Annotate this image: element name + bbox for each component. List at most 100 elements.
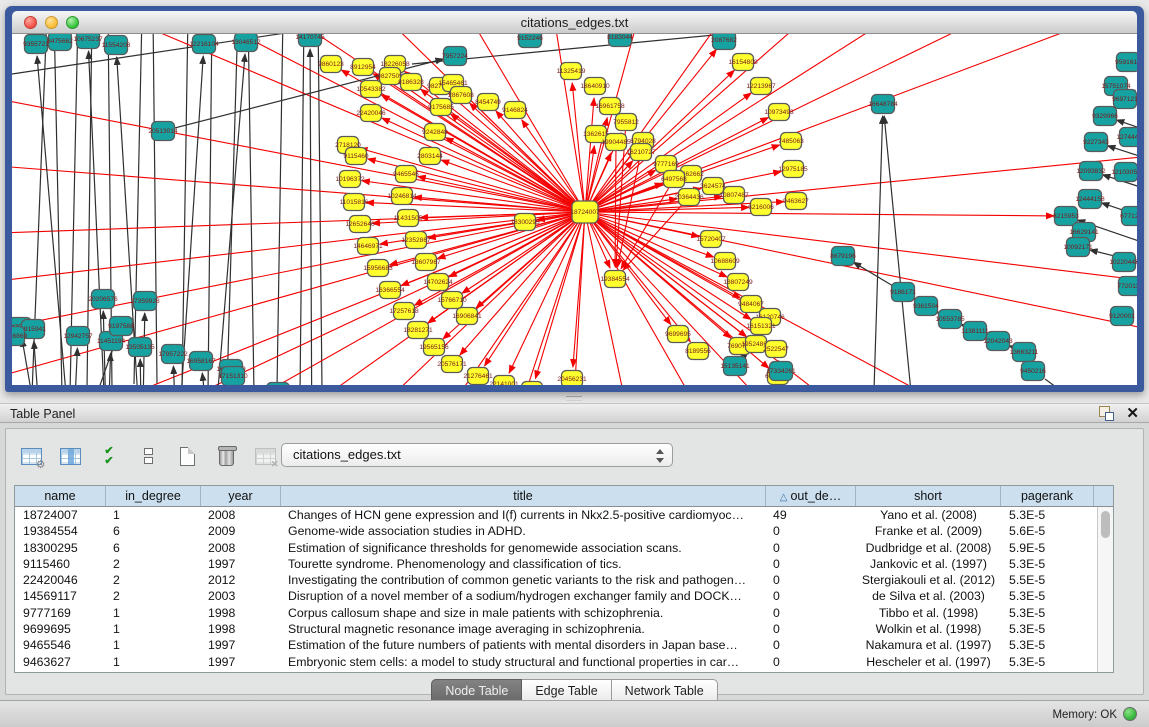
table-cell[interactable]: 14569117 [15,588,106,604]
table-cell[interactable]: 2003 [201,588,281,604]
graph-edge[interactable] [535,212,585,378]
table-cell[interactable]: 2 [106,572,201,588]
graph-edge[interactable] [202,373,212,385]
table-row[interactable]: 977716911998Corpus callosum shape and si… [15,605,1096,621]
table-cell[interactable]: 0 [766,572,856,588]
table-cell[interactable]: Hescheler et al. (1997) [856,654,1001,670]
table-cell[interactable]: 5.3E-5 [1001,605,1094,621]
table-row[interactable]: 911546021997Tourette syndrome. Phenomeno… [15,556,1096,572]
column-header-year[interactable]: year [201,486,281,506]
create-column-icon[interactable] [174,443,200,469]
graph-edge[interactable] [134,34,142,384]
table-cell[interactable]: Changes of HCN gene expression and I(f) … [281,507,766,523]
table-cell[interactable]: Tourette syndrome. Phenomenology and cla… [281,556,766,572]
table-cell[interactable]: 1 [106,605,201,621]
table-cell[interactable]: 9465546 [15,637,106,653]
maximize-window-icon[interactable] [66,16,79,29]
table-cell[interactable]: 22420046 [15,572,106,588]
graph-edge[interactable] [412,34,912,64]
float-window-icon[interactable] [1099,406,1114,421]
table-cell[interactable]: 1998 [201,621,281,637]
table-cell[interactable]: 0 [766,605,856,621]
row-height-icon[interactable] [135,443,161,469]
table-cell[interactable]: Embryonic stem cells: a model to study s… [281,654,766,670]
table-cell[interactable]: Wolkin et al. (1998) [856,621,1001,637]
graph-edge[interactable] [177,56,203,385]
table-cell[interactable]: 1 [106,621,201,637]
table-cell[interactable]: Investigating the contribution of common… [281,572,766,588]
table-cell[interactable]: 2 [106,556,201,572]
table-row[interactable]: 946554611997Estimation of the future num… [15,637,1096,653]
table-scrollbar[interactable] [1097,507,1113,672]
graph-edge[interactable] [615,142,616,267]
table-cell[interactable]: 0 [766,588,856,604]
table-cell[interactable]: Stergiakouli et al. (2012) [856,572,1001,588]
graph-edge[interactable] [1045,379,1120,385]
graph-edge[interactable] [310,49,312,385]
table-cell[interactable]: 5.3E-5 [1001,507,1094,523]
table-cell[interactable]: 5.3E-5 [1001,621,1094,637]
graph-edge[interactable] [509,212,585,373]
table-cell[interactable]: 2 [106,588,201,604]
table-cell[interactable]: de Silva et al. (2003) [856,588,1001,604]
graph-edge[interactable] [22,339,42,385]
table-cell[interactable]: 9699695 [15,621,106,637]
column-header-short[interactable]: short [856,486,1001,506]
graph-edge[interactable] [140,359,142,385]
table-cell[interactable]: 2012 [201,572,281,588]
table-scrollbar-thumb[interactable] [1101,511,1110,538]
table-cell[interactable]: Corpus callosum shape and size in male p… [281,605,766,621]
table-cell[interactable]: 0 [766,540,856,556]
column-header-out_de[interactable]: △out_de… [766,486,856,506]
table-row[interactable]: 969969511998Structural magnetic resonanc… [15,621,1096,637]
show-columns-icon[interactable] [57,443,83,469]
graph-edge[interactable] [277,34,283,385]
graph-node[interactable] [522,382,543,386]
delete-columns-icon[interactable] [213,443,239,469]
network-canvas-svg[interactable]: 1872400798601238912954182260589827509105… [12,34,1137,385]
graph-edge[interactable] [208,34,212,385]
column-header-name[interactable]: name [15,486,106,506]
graph-edge[interactable] [153,34,157,384]
table-source-select[interactable]: citations_edges.txt [281,443,673,467]
table-cell[interactable]: 9777169 [15,605,106,621]
table-row[interactable]: 1456911722003Disruption of a novel membe… [15,588,1096,604]
table-cell[interactable]: 6 [106,523,201,539]
table-row[interactable]: 946362711997Embryonic stem cells: a mode… [15,654,1096,670]
graph-edge[interactable] [72,348,77,385]
table-cell[interactable]: 5.3E-5 [1001,556,1094,572]
table-cell[interactable]: 0 [766,556,856,572]
table-cell[interactable]: 0 [766,637,856,653]
column-header-pagerank[interactable]: pagerank [1001,486,1094,506]
table-cell[interactable]: 1997 [201,637,281,653]
table-cell[interactable]: 2008 [201,507,281,523]
table-row[interactable]: 2242004622012Investigating the contribut… [15,572,1096,588]
close-window-icon[interactable] [24,16,37,29]
graph-node[interactable] [267,383,290,386]
graph-edge[interactable] [573,212,585,367]
column-header-in_degree[interactable]: in_degree [106,486,201,506]
graph-edge[interactable] [300,34,304,385]
table-cell[interactable]: Yano et al. (2008) [856,507,1001,523]
table-cell[interactable]: 5.6E-5 [1001,523,1094,539]
panel-divider-handle[interactable] [566,396,582,401]
table-cell[interactable]: 9115460 [15,556,106,572]
table-cell[interactable]: 18300295 [15,540,106,556]
graph-edge[interactable] [446,138,585,212]
table-cell[interactable]: 5.9E-5 [1001,540,1094,556]
graph-edge[interactable] [585,212,1137,284]
table-cell[interactable]: 5.3E-5 [1001,637,1094,653]
table-cell[interactable]: 6 [106,540,201,556]
network-canvas[interactable]: 1872400798601238912954182260589827509105… [12,34,1137,385]
table-cell[interactable]: 0 [766,621,856,637]
column-header-title[interactable]: title [281,486,766,506]
table-cell[interactable]: 1 [106,507,201,523]
table-cell[interactable]: 0 [766,654,856,670]
table-cell[interactable]: Nakamura et al. (1997) [856,637,1001,653]
table-cell[interactable]: 5.3E-5 [1001,654,1094,670]
table-cell[interactable]: Disruption of a novel member of a sodium… [281,588,766,604]
table-cell[interactable]: 19384554 [15,523,106,539]
table-cell[interactable]: Tibbo et al. (1998) [856,605,1001,621]
graph-edge[interactable] [107,353,111,385]
select-columns-icon[interactable]: ✔✔ [96,443,122,469]
